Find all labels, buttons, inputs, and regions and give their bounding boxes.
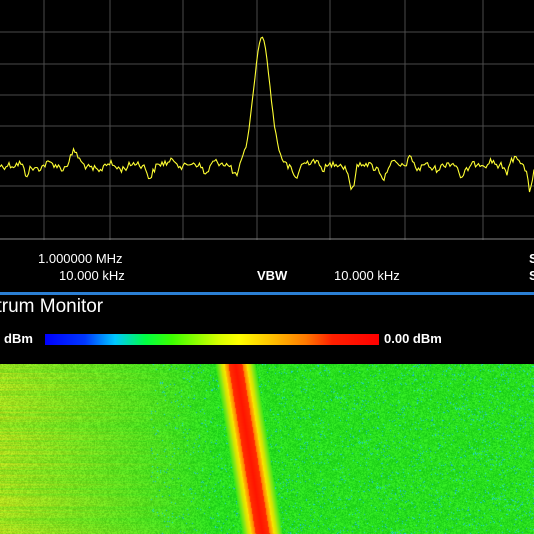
- rbw-value: 10.000 kHz: [59, 268, 125, 283]
- right-edge-label-bottom: S: [529, 268, 534, 283]
- panel-separator: [0, 292, 534, 295]
- spectrum-trace-chart: [0, 0, 534, 240]
- vbw-label: VBW: [257, 268, 288, 283]
- panel-title: ctrum Monitor: [0, 296, 104, 317]
- color-scale-bar: [45, 334, 379, 345]
- vbw-value: 10.000 kHz: [334, 268, 400, 283]
- spectrum-trace-line: [0, 36, 534, 193]
- spectrogram-waterfall: [0, 364, 534, 534]
- right-edge-label-top: S: [529, 251, 534, 266]
- measurement-info-panel: 1.000000 MHz 10.000 kHz VBW 10.000 kHz S…: [0, 240, 534, 292]
- color-scale-max-label: 0.00 dBm: [384, 331, 442, 346]
- color-scale-min-label: dBm: [4, 331, 33, 346]
- span-value: 1.000000 MHz: [38, 251, 123, 266]
